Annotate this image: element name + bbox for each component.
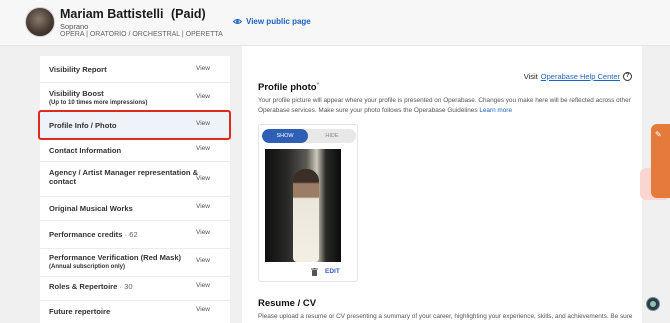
- view-link[interactable]: View: [196, 65, 210, 72]
- voice-type: Soprano: [60, 22, 89, 31]
- sidebar-item-label: Agency / Artist Manager representation &…: [49, 168, 198, 186]
- artist-name: Mariam Battistelli (Paid): [60, 7, 206, 21]
- sidebar-item-performance-credits[interactable]: Performance credits · 62 View: [40, 221, 230, 249]
- profile-photo-title: Profile photo*: [258, 82, 319, 93]
- chat-icon: ✎: [655, 130, 662, 139]
- eye-icon: [233, 17, 242, 26]
- sidebar-item-roles-repertoire[interactable]: Roles & Repertoire · 30 View: [40, 277, 230, 301]
- sidebar-item-title: Performance Verification (Red Mask): [49, 253, 182, 262]
- help-prefix: Visit: [523, 72, 538, 81]
- sidebar-item-performance-verification[interactable]: Performance Verification (Red Mask) (Ann…: [40, 249, 230, 277]
- view-link[interactable]: View: [196, 306, 210, 313]
- sidebar-item-subtitle: (Up to 10 times more impressions): [49, 100, 148, 106]
- help-center: Visit Operabase Help Center ?: [524, 72, 632, 81]
- profile-photo-description: Your profile picture will appear where y…: [258, 96, 638, 116]
- profile-photo-title-text: Profile photo: [258, 82, 317, 93]
- view-public-label: View public page: [246, 17, 311, 26]
- profile-photo-card: SHOW HIDE EDIT: [258, 124, 358, 282]
- plan-badge: (Paid): [171, 7, 206, 21]
- sidebar-item-label: Performance Verification (Red Mask) (Ann…: [49, 253, 181, 272]
- view-link[interactable]: View: [196, 282, 210, 289]
- sidebar-item-subtitle: (Annual subscription only): [49, 264, 125, 270]
- learn-more-link[interactable]: Learn more: [479, 107, 512, 114]
- view-link[interactable]: View: [196, 175, 210, 182]
- sidebar-item-future-repertoire[interactable]: Future repertoire View: [40, 301, 230, 323]
- feedback-tab[interactable]: ✎: [651, 124, 670, 198]
- sidebar-item-contact-information[interactable]: Contact Information View: [40, 138, 230, 162]
- edit-photo-button[interactable]: EDIT: [325, 268, 340, 275]
- show-hide-toggle[interactable]: SHOW HIDE: [262, 129, 356, 143]
- sidebar-item-label: Visibility Boost (Up to 10 times more im…: [49, 89, 147, 108]
- profile-header: Mariam Battistelli (Paid) Soprano OPERA …: [0, 0, 670, 46]
- view-link[interactable]: View: [196, 93, 210, 100]
- sidebar-item-agency-representation[interactable]: Agency / Artist Manager representation &…: [40, 162, 230, 197]
- view-link[interactable]: View: [196, 257, 210, 264]
- profile-photo-desc-text: Your profile picture will appear where y…: [258, 97, 631, 114]
- sidebar-item-count: · 62: [124, 230, 138, 239]
- toggle-show-option[interactable]: SHOW: [262, 129, 308, 143]
- trash-icon[interactable]: [311, 268, 318, 276]
- view-link[interactable]: View: [196, 229, 210, 236]
- main-panel: Visit Operabase Help Center ? Profile ph…: [242, 46, 642, 323]
- sidebar: Visibility Report View Visibility Boost …: [40, 56, 230, 323]
- sidebar-item-label: Performance credits · 62: [49, 230, 138, 239]
- sidebar-item-label: Roles & Repertoire · 30: [49, 282, 133, 291]
- sidebar-item-label: Future repertoire: [49, 307, 111, 316]
- question-circle-icon[interactable]: ?: [623, 72, 632, 81]
- sidebar-item-visibility-report[interactable]: Visibility Report View: [40, 56, 230, 83]
- photo-figure: [293, 169, 319, 262]
- sidebar-item-subtitle: contact: [49, 177, 77, 186]
- view-link[interactable]: View: [196, 145, 210, 152]
- sidebar-item-label: Contact Information: [49, 146, 122, 155]
- sidebar-item-label: Visibility Report: [49, 65, 107, 74]
- sidebar-item-original-musical-works[interactable]: Original Musical Works View: [40, 197, 230, 221]
- profile-photo-image: [265, 149, 341, 262]
- active-item-highlight: [38, 110, 231, 140]
- sidebar-item-visibility-boost[interactable]: Visibility Boost (Up to 10 times more im…: [40, 83, 230, 111]
- sidebar-item-title: Performance credits: [49, 230, 123, 239]
- sidebar-item-title: Agency / Artist Manager representation &: [49, 168, 199, 177]
- sidebar-item-count: · 30: [119, 282, 133, 291]
- avatar[interactable]: [25, 7, 55, 37]
- sidebar-item-label: Original Musical Works: [49, 204, 133, 213]
- help-center-link[interactable]: Operabase Help Center: [541, 72, 620, 81]
- toggle-hide-option[interactable]: HIDE: [308, 129, 356, 143]
- required-mark: *: [316, 82, 320, 89]
- resume-cv-description: Please upload a resume or CV presenting …: [258, 313, 633, 320]
- chat-widget-button[interactable]: [646, 297, 660, 311]
- view-link[interactable]: View: [196, 203, 210, 210]
- genres-list: OPERA | ORATORIO / ORCHESTRAL | OPERETTA: [60, 31, 223, 38]
- sidebar-item-title: Roles & Repertoire: [49, 282, 118, 291]
- resume-cv-title: Resume / CV: [258, 298, 317, 309]
- artist-name-text: Mariam Battistelli: [60, 7, 164, 21]
- view-public-page-link[interactable]: View public page: [233, 17, 311, 26]
- sidebar-item-title: Visibility Boost: [49, 89, 104, 98]
